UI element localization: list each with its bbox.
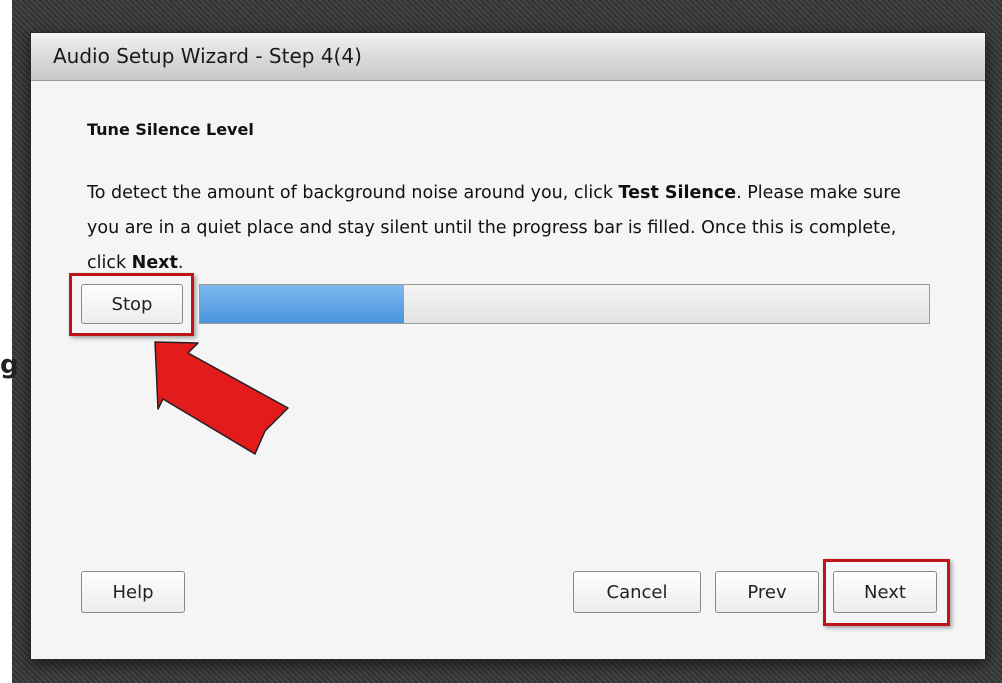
help-button[interactable]: Help bbox=[81, 571, 185, 613]
next-button[interactable]: Next bbox=[833, 571, 937, 613]
stop-button[interactable]: Stop bbox=[81, 284, 183, 324]
dialog-titlebar[interactable]: Audio Setup Wizard - Step 4(4) bbox=[31, 33, 985, 81]
section-heading: Tune Silence Level bbox=[87, 120, 254, 139]
prev-button[interactable]: Prev bbox=[715, 571, 819, 613]
instructions-next-emphasis: Next bbox=[131, 253, 178, 273]
instructions-test-silence-emphasis: Test Silence bbox=[618, 183, 737, 203]
instructions-part-1: To detect the amount of background noise… bbox=[87, 183, 619, 203]
dialog-title: Audio Setup Wizard - Step 4(4) bbox=[53, 44, 362, 68]
silence-progress-bar bbox=[199, 284, 930, 324]
instructions-text: To detect the amount of background noise… bbox=[87, 176, 937, 281]
background-partial-text: g bbox=[0, 350, 19, 380]
background-panel: g bbox=[0, 0, 19, 683]
cancel-button[interactable]: Cancel bbox=[573, 571, 701, 613]
silence-progress-fill bbox=[200, 285, 405, 323]
instructions-part-3: . bbox=[177, 253, 184, 273]
audio-setup-dialog: Audio Setup Wizard - Step 4(4) Tune Sile… bbox=[30, 32, 986, 660]
